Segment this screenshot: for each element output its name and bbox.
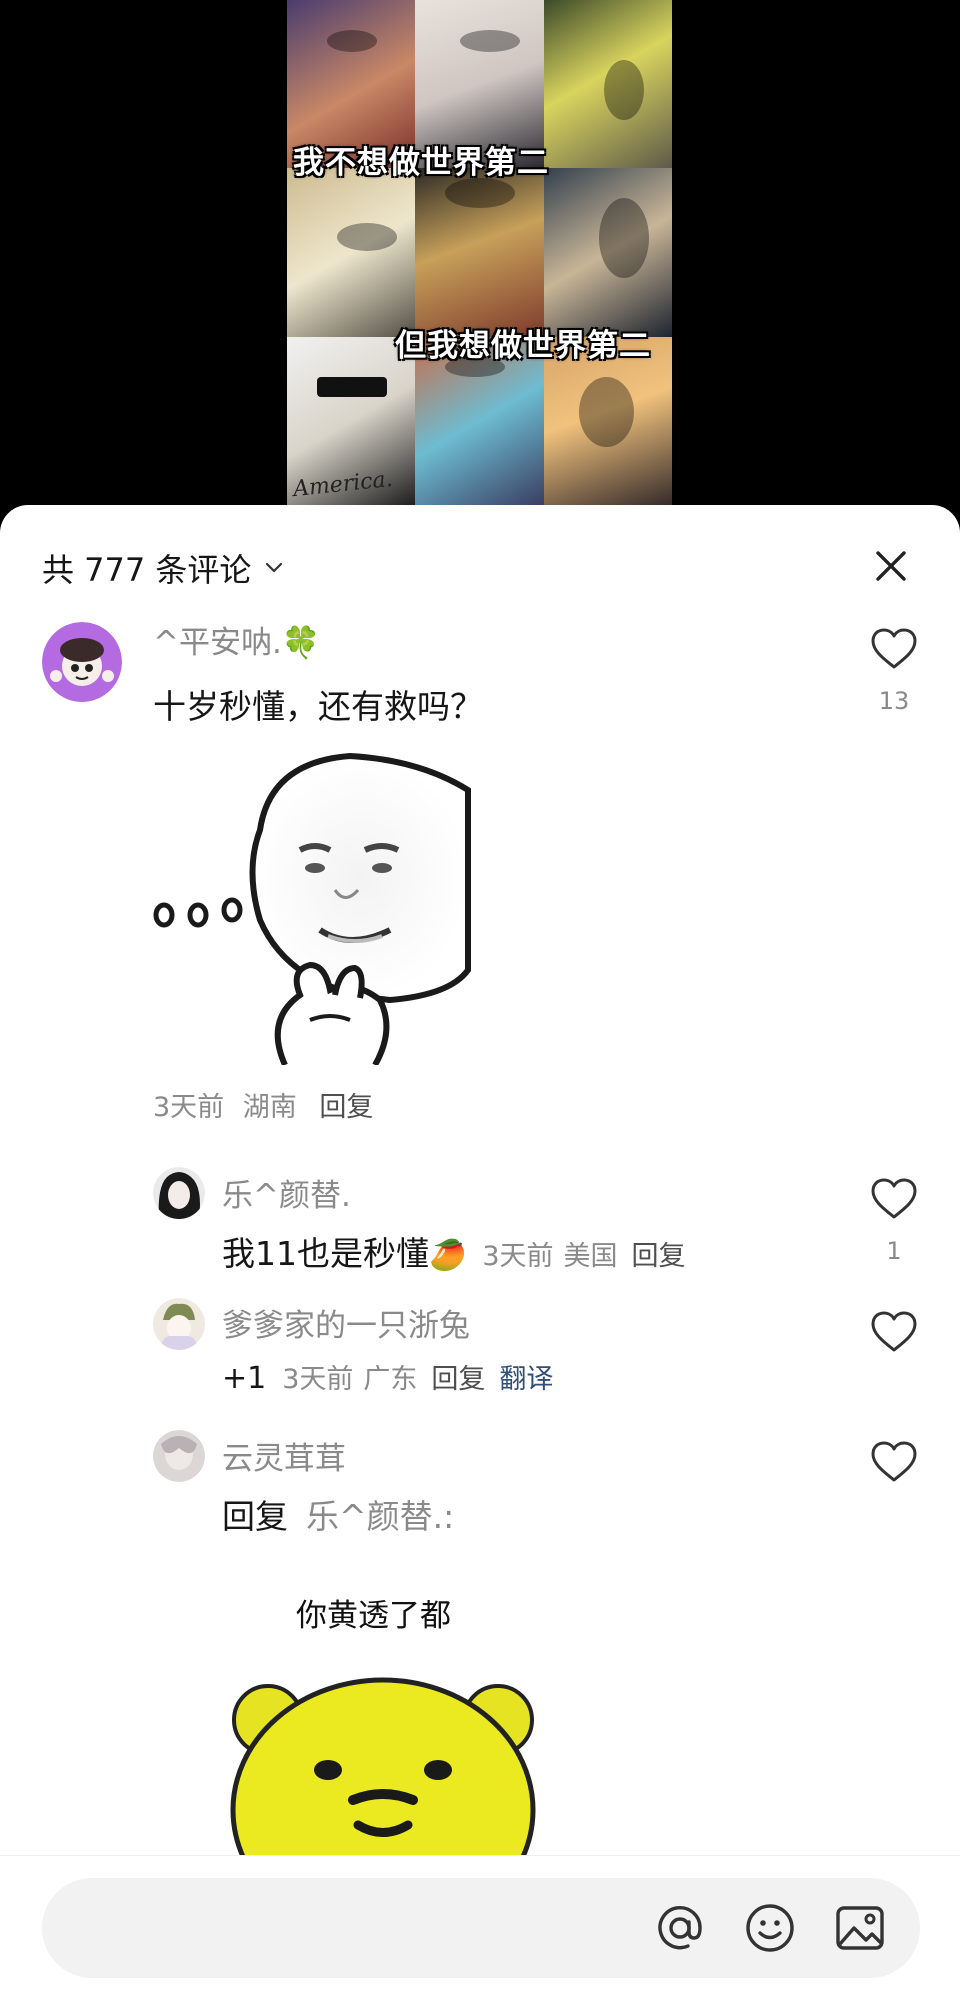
like-count: 13	[878, 687, 910, 715]
reply-meta: 3天前 美国 回复	[482, 1241, 685, 1272]
image-icon[interactable]	[832, 1900, 888, 1956]
comment-time: 3天前	[153, 1092, 225, 1123]
artwork-tile	[415, 168, 544, 337]
artwork-tile	[543, 0, 672, 169]
reply-text-row: 回复 乐^颜替.:	[222, 1490, 454, 1538]
reply-target-username[interactable]: 乐^颜替.:	[306, 1497, 454, 1536]
reply-username[interactable]: 爹爹家的一只浙兔	[222, 1300, 470, 1345]
reply-location: 广东	[363, 1364, 418, 1395]
video-caption-top: 我不想做世界第二	[293, 145, 549, 181]
avatar[interactable]	[153, 1167, 205, 1219]
comment-sort-dropdown[interactable]: 共 777 条评论	[42, 545, 283, 591]
reply-location: 美国	[563, 1241, 618, 1272]
comment-input-bar	[0, 1855, 960, 2002]
artwork-tile	[287, 168, 416, 337]
avatar[interactable]	[153, 1430, 205, 1482]
close-icon[interactable]	[866, 541, 916, 591]
reply-text: +1	[222, 1361, 267, 1396]
clover-icon: 🍀	[281, 625, 321, 661]
artwork-tile	[543, 168, 672, 337]
heart-icon[interactable]	[870, 627, 918, 671]
comment-panel-header: 共 777 条评论	[0, 505, 960, 625]
reply-button[interactable]: 回复	[319, 1092, 373, 1123]
heart-icon[interactable]	[870, 1177, 918, 1221]
yellow-bear-meme[interactable]: 你黄透了都	[218, 1590, 548, 1860]
avatar[interactable]	[153, 1298, 205, 1350]
translate-button[interactable]: 翻译	[499, 1364, 553, 1395]
at-icon[interactable]	[652, 1900, 708, 1956]
comment-panel: 共 777 条评论 ^平安呐.🍀 十岁秒懂，还有救吗？ 3天前 湖南 回复 13…	[0, 505, 960, 2001]
comment-username[interactable]: ^平安呐.🍀	[153, 617, 320, 662]
artwork-signature: America.	[291, 466, 394, 503]
heart-icon[interactable]	[870, 1310, 918, 1354]
video-thumbnail: America.	[287, 0, 672, 505]
meme-caption: 你黄透了都	[296, 1598, 451, 1634]
emoji-icon[interactable]	[742, 1900, 798, 1956]
reply-username[interactable]: 乐^颜替.	[222, 1170, 351, 1215]
comment-count-label: 共 777 条评论	[42, 551, 252, 589]
like-count: 1	[886, 1237, 902, 1265]
reply-meta: 3天前 广东 回复 翻译	[282, 1364, 553, 1395]
comment-meta: 3天前 湖南 回复	[153, 1085, 373, 1124]
reply-prefix: 回复	[222, 1497, 288, 1536]
reply-button[interactable]: 回复	[632, 1241, 686, 1272]
heart-icon[interactable]	[870, 1440, 918, 1484]
reply-text-row: +1 3天前 广东 回复 翻译	[222, 1357, 553, 1396]
reply-button[interactable]: 回复	[431, 1364, 485, 1395]
avatar[interactable]	[42, 622, 122, 702]
reply-time: 3天前	[482, 1241, 554, 1272]
reply-text: 我11也是秒懂	[222, 1234, 429, 1273]
reply-time: 3天前	[282, 1364, 354, 1395]
mango-emoji-icon: 🥭	[429, 1238, 467, 1273]
comment-text: 十岁秒懂，还有救吗？	[153, 687, 483, 726]
chevron-down-icon	[266, 562, 283, 573]
video-caption-bottom: 但我想做世界第二	[395, 328, 651, 364]
thinking-face-meme[interactable]	[150, 750, 475, 1065]
bear-face-illustration	[230, 1677, 536, 1860]
reply-text-row: 我11也是秒懂🥭 3天前 美国 回复	[222, 1227, 686, 1275]
video-player[interactable]: America. 我不想做世界第二 但我想做世界第二	[0, 0, 960, 560]
comment-location: 湖南	[242, 1092, 297, 1123]
reply-username[interactable]: 云灵茸茸	[222, 1433, 346, 1478]
